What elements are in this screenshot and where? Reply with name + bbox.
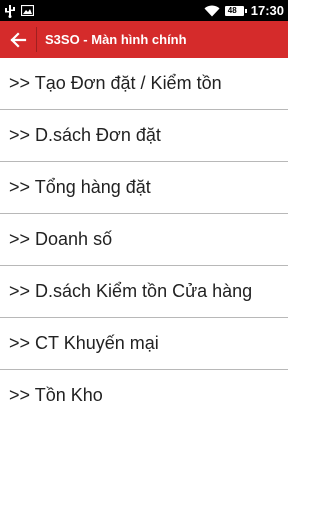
status-bar-clock: 17:30	[250, 3, 284, 18]
battery-level: 48	[227, 5, 237, 15]
status-bar-notifications	[4, 3, 34, 18]
battery-icon: 48	[224, 5, 247, 16]
menu-item-promotions[interactable]: >> CT Khuyến mại	[0, 318, 288, 370]
back-arrow-icon	[10, 31, 27, 48]
menu-item-sales[interactable]: >> Doanh số	[0, 214, 288, 266]
menu-item-stock[interactable]: >> Tồn Kho	[0, 370, 288, 421]
wifi-icon	[204, 5, 220, 17]
menu-item-order-list[interactable]: >> D.sách Đơn đặt	[0, 110, 288, 162]
action-bar-divider	[36, 27, 37, 52]
action-bar: S3SO - Màn hình chính	[0, 21, 288, 58]
menu-item-total-ordered[interactable]: >> Tổng hàng đặt	[0, 162, 288, 214]
page-title: S3SO - Màn hình chính	[45, 32, 187, 47]
main-menu: >> Tạo Đơn đặt / Kiểm tồn >> D.sách Đơn …	[0, 58, 288, 421]
menu-item-store-inventory-list[interactable]: >> D.sách Kiểm tồn Cửa hàng	[0, 266, 288, 318]
usb-icon	[4, 4, 16, 18]
back-button[interactable]	[0, 21, 36, 58]
status-bar: 48 17:30	[0, 0, 288, 21]
image-icon	[21, 5, 34, 16]
status-bar-system: 48 17:30	[204, 2, 284, 19]
menu-item-create-order[interactable]: >> Tạo Đơn đặt / Kiểm tồn	[0, 58, 288, 110]
